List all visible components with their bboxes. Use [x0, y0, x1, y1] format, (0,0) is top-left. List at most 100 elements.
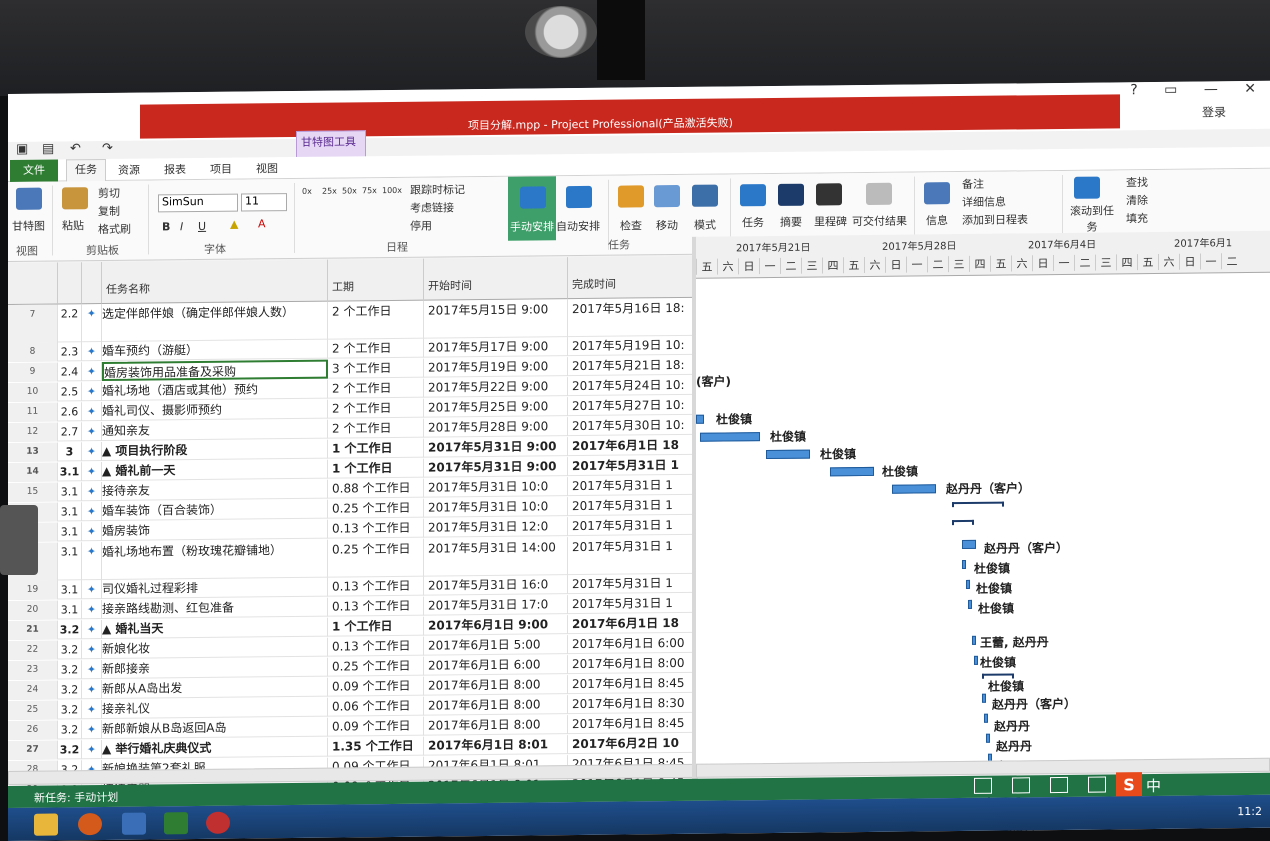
- task-mode-icon[interactable]: ✦: [82, 362, 102, 382]
- row-id-cell[interactable]: 23: [8, 660, 58, 680]
- finish-cell[interactable]: 2017年5月31日 1: [568, 515, 694, 537]
- wbs-cell[interactable]: 3.2: [58, 700, 82, 720]
- task-name-cell[interactable]: ▲ 婚礼当天: [102, 617, 328, 640]
- task-insert-icon[interactable]: [740, 184, 766, 207]
- wbs-cell[interactable]: 3.2: [58, 680, 82, 700]
- task-mode-icon[interactable]: ✦: [82, 502, 102, 522]
- task-name-cell[interactable]: 新郎新娘从B岛返回A岛: [102, 717, 328, 740]
- finish-header[interactable]: 完成时间: [568, 255, 694, 300]
- row-id-cell[interactable]: 21: [8, 620, 58, 640]
- start-cell[interactable]: 2017年6月1日 8:00: [424, 695, 568, 716]
- inspect-button[interactable]: 检查: [620, 217, 642, 233]
- bold-button[interactable]: B: [162, 220, 170, 233]
- task-name-cell[interactable]: 接亲路线勘测、红包准备: [102, 597, 328, 620]
- font-name-select[interactable]: SimSun: [158, 193, 238, 213]
- copy-button[interactable]: 复制: [98, 203, 120, 219]
- underline-button[interactable]: U: [198, 220, 206, 233]
- task-mode-icon[interactable]: ✦: [82, 580, 102, 600]
- row-id-cell[interactable]: 7: [8, 304, 58, 343]
- finish-cell[interactable]: 2017年5月31日 1: [568, 495, 694, 517]
- finish-cell[interactable]: 2017年5月19日 10:: [568, 335, 694, 357]
- notes-button[interactable]: 备注: [962, 176, 984, 192]
- task-name-cell[interactable]: ▲ 项目执行阶段: [102, 439, 328, 462]
- duration-cell[interactable]: 2 个工作日: [328, 398, 424, 419]
- row-id-cell[interactable]: 25: [8, 700, 58, 720]
- start-cell[interactable]: 2017年5月25日 9:00: [424, 397, 568, 418]
- pen-icon[interactable]: [122, 812, 146, 835]
- start-cell[interactable]: 2017年5月31日 14:00: [424, 537, 568, 577]
- duration-cell[interactable]: 2 个工作日: [328, 418, 424, 439]
- task-mode-icon[interactable]: ✦: [82, 600, 102, 620]
- wbs-cell[interactable]: 3.1: [58, 522, 82, 542]
- finish-cell[interactable]: 2017年6月1日 8:00: [568, 653, 694, 675]
- duration-cell[interactable]: 0.13 个工作日: [328, 636, 424, 657]
- task-mode-icon[interactable]: ✦: [82, 640, 102, 660]
- auto-schedule-button[interactable]: 自动安排: [556, 218, 600, 234]
- finish-cell[interactable]: 2017年5月21日 18:: [568, 355, 694, 377]
- paste-icon[interactable]: [62, 187, 88, 210]
- task-mode-icon[interactable]: ✦: [82, 382, 102, 402]
- duration-cell[interactable]: 0.09 个工作日: [328, 716, 424, 737]
- task-bar[interactable]: [974, 655, 978, 665]
- add-timeline-button[interactable]: 添加到日程表: [962, 211, 1028, 228]
- task-name-cell[interactable]: 接待亲友: [102, 479, 328, 502]
- start-cell[interactable]: 2017年5月28日 9:00: [424, 417, 568, 438]
- row-id-cell[interactable]: 14: [8, 462, 58, 482]
- pct-50-button[interactable]: 50x: [342, 186, 357, 195]
- redo-icon[interactable]: ↷: [102, 141, 113, 156]
- floating-widget-icon[interactable]: [0, 505, 38, 575]
- respect-links-button[interactable]: 考虑链接: [410, 199, 454, 215]
- task-bar[interactable]: [962, 539, 976, 550]
- start-cell[interactable]: 2017年5月31日 12:0: [424, 517, 568, 538]
- task-bar[interactable]: [830, 466, 874, 477]
- task-mode-icon[interactable]: ✦: [82, 620, 102, 640]
- summary-icon[interactable]: [778, 183, 804, 206]
- new-task-mode-status[interactable]: 新任务: 手动计划: [34, 789, 118, 806]
- start-cell[interactable]: 2017年6月1日 8:01: [424, 735, 568, 756]
- task-bar[interactable]: [892, 484, 936, 494]
- sheet-view-icon[interactable]: [1088, 776, 1106, 793]
- task-mode-icon[interactable]: ✦: [82, 740, 102, 760]
- scroll-to-task-button[interactable]: 滚动到任务: [1070, 202, 1114, 234]
- task-name-cell[interactable]: ▲ 婚礼前一天: [102, 459, 328, 482]
- clear-button[interactable]: 清除: [1126, 192, 1148, 208]
- duration-cell[interactable]: 0.13 个工作日: [328, 518, 424, 539]
- task-bar[interactable]: [986, 733, 990, 743]
- duration-cell[interactable]: 1 个工作日: [328, 458, 424, 479]
- info-icon[interactable]: [924, 182, 950, 205]
- tab-report[interactable]: 报表: [164, 161, 186, 177]
- duration-cell[interactable]: 2 个工作日: [328, 338, 424, 359]
- fill-button[interactable]: 填充: [1126, 210, 1148, 226]
- wbs-cell[interactable]: 3.1: [58, 542, 82, 581]
- start-cell[interactable]: 2017年6月1日 6:00: [424, 655, 568, 676]
- calendar-view-icon[interactable]: [1012, 777, 1030, 794]
- wbs-cell[interactable]: 2.6: [58, 402, 82, 422]
- duration-cell[interactable]: 0.13 个工作日: [328, 596, 424, 617]
- row-id-cell[interactable]: 13: [8, 442, 58, 462]
- italic-button[interactable]: I: [180, 220, 183, 233]
- task-mode-icon[interactable]: ✦: [82, 542, 102, 581]
- row-id-cell[interactable]: 11: [8, 402, 58, 422]
- task-name-cell[interactable]: 婚车装饰（百合装饰）: [102, 499, 328, 522]
- task-mode-icon[interactable]: ✦: [82, 700, 102, 720]
- pct-100-button[interactable]: 100x: [382, 186, 402, 195]
- wbs-cell[interactable]: 2.5: [58, 382, 82, 402]
- task-name-cell[interactable]: 婚车预约（游艇）: [102, 339, 328, 362]
- task-name-cell[interactable]: 婚礼场地（酒店或其他）预约: [102, 379, 328, 402]
- task-name-cell[interactable]: ▲ 举行婚礼庆典仪式: [102, 737, 328, 760]
- gantt-chart-icon[interactable]: [16, 187, 42, 210]
- start-cell[interactable]: 2017年5月31日 10:0: [424, 477, 568, 498]
- task-name-cell[interactable]: 接亲礼仪: [102, 697, 328, 720]
- name-header[interactable]: 任务名称: [102, 259, 328, 305]
- wbs-cell[interactable]: 3.1: [58, 580, 82, 600]
- row-id-cell[interactable]: 10: [8, 382, 58, 402]
- tab-file[interactable]: 文件: [10, 159, 58, 182]
- wbs-cell[interactable]: 3.1: [58, 600, 82, 620]
- format-painter-button[interactable]: 格式刷: [98, 221, 131, 237]
- row-id-cell[interactable]: 24: [8, 680, 58, 700]
- track-button[interactable]: 跟踪时标记: [410, 181, 465, 198]
- finish-cell[interactable]: 2017年6月1日 18: [568, 613, 694, 635]
- ime-mode-indicator[interactable]: 中: [1146, 775, 1161, 796]
- task-name-cell[interactable]: 婚礼司仪、摄影师预约: [102, 399, 328, 422]
- duration-cell[interactable]: 2 个工作日: [328, 378, 424, 399]
